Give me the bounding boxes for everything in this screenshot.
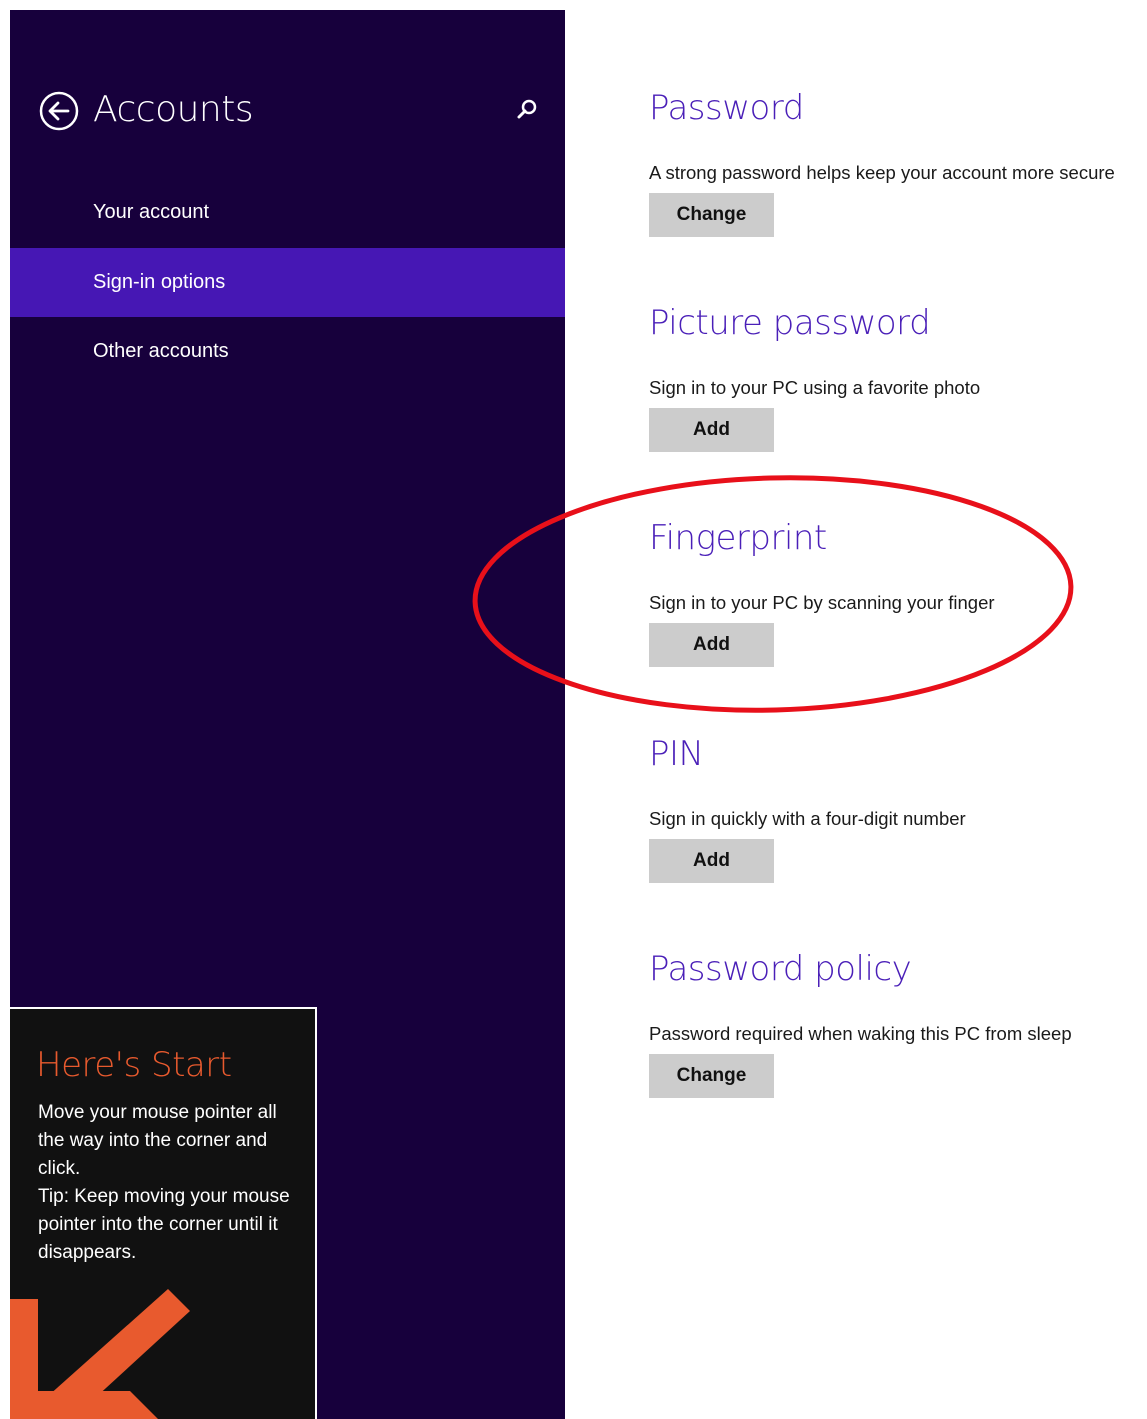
sidebar-item-your-account[interactable]: Your account xyxy=(10,178,565,247)
sign-in-options-content: Password A strong password helps keep yo… xyxy=(649,0,1147,1419)
sidebar-item-other-accounts[interactable]: Other accounts xyxy=(10,317,565,386)
section-title-password: Password xyxy=(649,88,804,128)
search-icon[interactable] xyxy=(513,96,541,124)
tip-line-1: Move your mouse pointer all the way into… xyxy=(38,1102,277,1179)
section-desc-password: A strong password helps keep your accoun… xyxy=(649,162,1115,183)
password-policy-change-button[interactable]: Change xyxy=(649,1054,774,1098)
password-change-button[interactable]: Change xyxy=(649,193,774,237)
tip-body: Move your mouse pointer all the way into… xyxy=(38,1099,298,1267)
section-desc-picture-password: Sign in to your PC using a favorite phot… xyxy=(649,377,981,398)
section-desc-fingerprint: Sign in to your PC by scanning your fing… xyxy=(649,592,995,613)
fingerprint-add-button[interactable]: Add xyxy=(649,623,774,667)
section-title-password-policy: Password policy xyxy=(649,949,912,989)
section-title-fingerprint: Fingerprint xyxy=(649,518,827,558)
sidebar-item-sign-in-options[interactable]: Sign-in options xyxy=(10,248,565,317)
start-tip-box: Here's Start Move your mouse pointer all… xyxy=(10,1007,317,1419)
section-desc-password-policy: Password required when waking this PC fr… xyxy=(649,1023,1072,1044)
back-arrow-icon[interactable] xyxy=(38,90,80,132)
picture-password-add-button[interactable]: Add xyxy=(649,408,774,452)
tip-title: Here's Start xyxy=(36,1045,232,1085)
section-title-picture-password: Picture password xyxy=(649,303,931,343)
tip-line-2: Tip: Keep moving your mouse pointer into… xyxy=(38,1186,290,1263)
section-title-pin: PIN xyxy=(649,734,704,774)
pin-add-button[interactable]: Add xyxy=(649,839,774,883)
app-title: Accounts xyxy=(93,89,254,130)
corner-arrow-icon xyxy=(10,1289,190,1419)
section-desc-pin: Sign in quickly with a four-digit number xyxy=(649,808,966,829)
